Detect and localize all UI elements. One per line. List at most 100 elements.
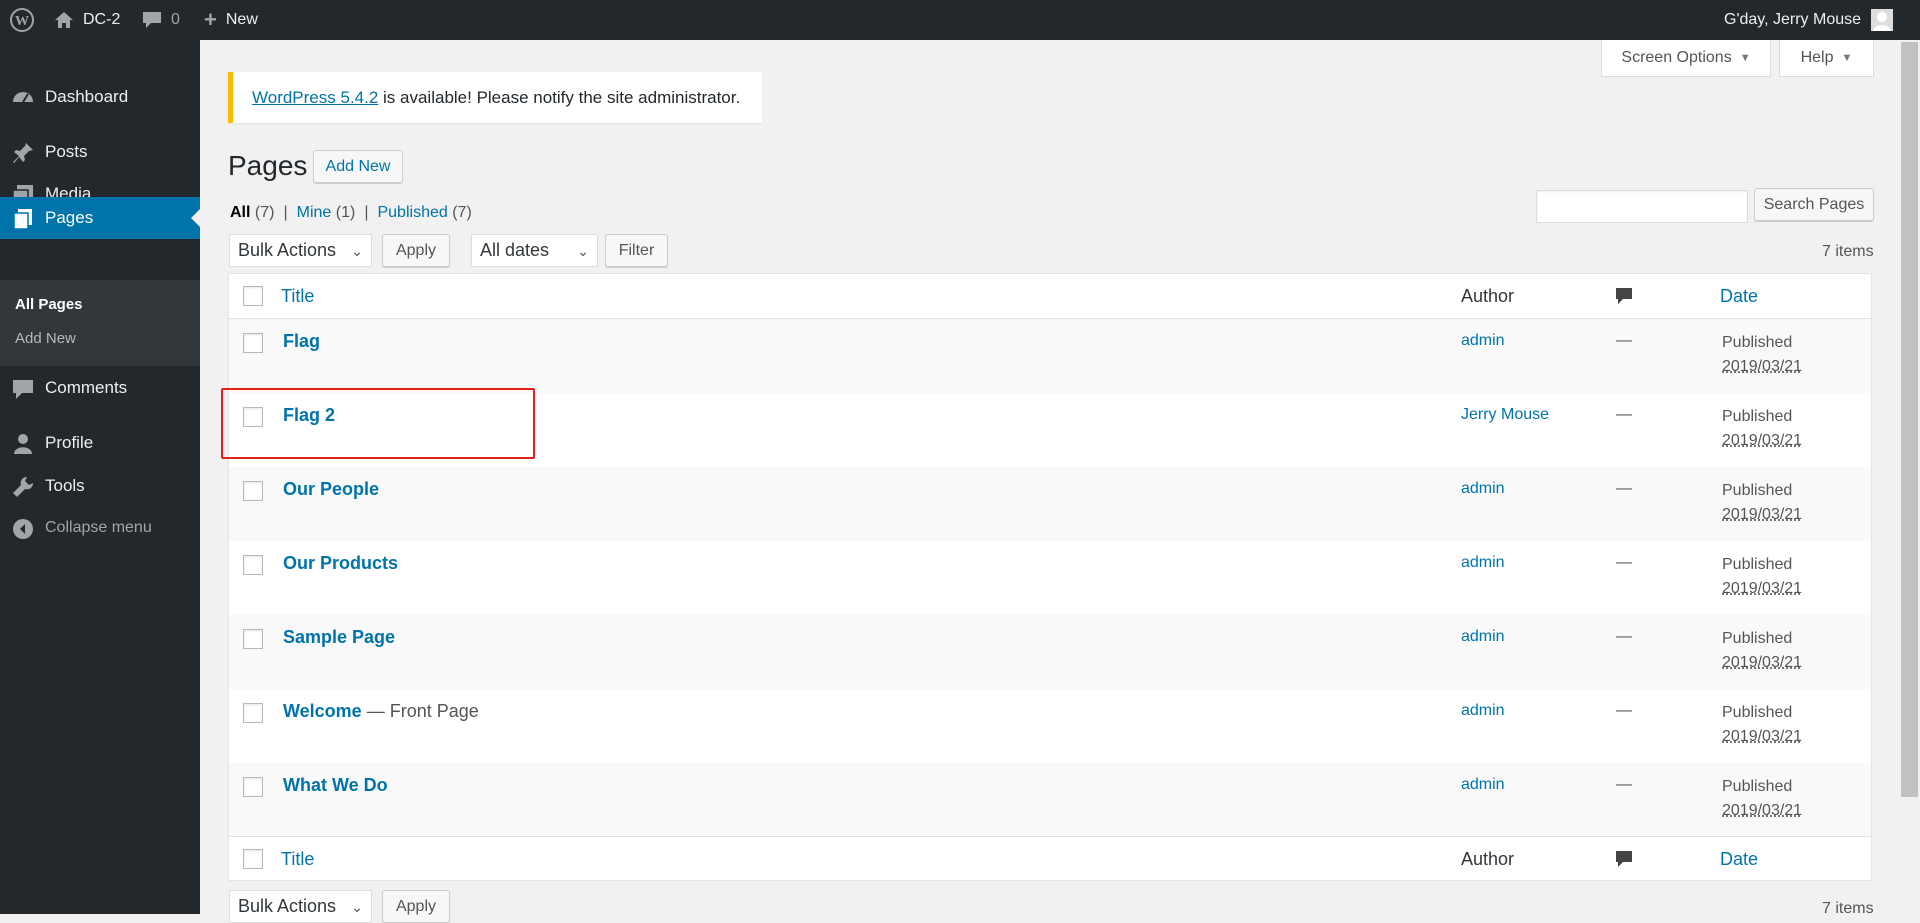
admin-sidebar: Dashboard Posts Media Pages All Pages Ad… [0,40,200,914]
row-checkbox[interactable] [243,703,263,723]
wordpress-logo-icon[interactable]: W [10,0,34,40]
new-content-link[interactable]: + New [204,0,258,40]
filter-button[interactable]: Filter [605,234,668,267]
pin-icon [12,142,34,164]
row-status: Published [1722,627,1802,651]
help-button[interactable]: Help ▼ [1779,40,1874,77]
row-author[interactable]: admin [1461,332,1505,350]
page-title: Pages [228,150,307,182]
row-date-value: 2019/03/21 [1722,429,1802,453]
avatar-icon [1871,9,1893,31]
pages-table: Title Author Date Flag admin — Published 201… [228,273,1872,881]
row-author[interactable]: Jerry Mouse [1461,406,1549,424]
select-all-checkbox[interactable] [243,286,263,306]
help-label: Help [1801,49,1834,67]
page-title-link[interactable]: Our People [283,479,379,499]
sidebar-item-label: Pages [45,208,93,228]
row-author[interactable]: admin [1461,702,1505,720]
row-date: Published 2019/03/21 [1722,405,1802,453]
row-author[interactable]: admin [1461,480,1505,498]
apply-button[interactable]: Apply [382,234,450,267]
bulk-actions-select[interactable]: Bulk Actions ⌄ [229,234,372,267]
column-date[interactable]: Date [1720,849,1758,870]
home-icon [54,11,74,29]
sidebar-item-dashboard[interactable]: Dashboard [0,76,200,118]
page-title-link[interactable]: What We Do [283,775,388,795]
row-author[interactable]: admin [1461,554,1505,572]
dashboard-icon [12,87,34,109]
page-title-link[interactable]: Flag [283,331,320,351]
row-author[interactable]: admin [1461,776,1505,794]
row-date-value: 2019/03/21 [1722,503,1802,527]
update-link[interactable]: WordPress 5.4.2 [252,88,378,108]
row-date-value: 2019/03/21 [1722,725,1802,749]
row-checkbox[interactable] [243,333,263,353]
page-title-link[interactable]: Our Products [283,553,398,573]
row-comments: — [1616,406,1632,424]
table-row: Welcome — Front Page admin — Published 2019/… [229,689,1871,763]
row-comments: — [1616,702,1632,720]
page-state: — Front Page [362,701,479,721]
collapse-menu-button[interactable]: Collapse menu [0,507,200,549]
page-title-link[interactable]: Welcome [283,701,362,721]
comment-icon [12,378,34,400]
select-all-checkbox[interactable] [243,849,263,869]
scrollbar-thumb[interactable] [1901,42,1918,797]
row-checkbox[interactable] [243,555,263,575]
page-title-link[interactable]: Sample Page [283,627,395,647]
row-date: Published 2019/03/21 [1722,331,1802,379]
comment-bubble-icon [1615,287,1633,305]
table-row: Sample Page admin — Published 2019/03/21 [229,615,1871,689]
search-input[interactable] [1536,190,1748,223]
sidebar-item-label: Posts [45,142,88,162]
filter-published-count: (7) [452,204,472,222]
sidebar-item-profile[interactable]: Profile [0,422,200,464]
chevron-down-icon: ⌄ [351,243,363,260]
pages-icon [12,208,34,230]
sidebar-item-posts[interactable]: Posts [0,131,200,173]
update-notice: WordPress 5.4.2 is available! Please not… [228,72,762,123]
row-checkbox[interactable] [243,777,263,797]
main-content: Screen Options ▼ Help ▼ WordPress 5.4.2 is… [200,40,1920,914]
column-title[interactable]: Title [281,849,314,870]
filter-published[interactable]: Published [377,204,447,222]
svg-text:W: W [15,14,29,29]
row-date: Published 2019/03/21 [1722,775,1802,823]
search-pages-button[interactable]: Search Pages [1754,188,1874,221]
submenu-add-new[interactable]: Add New [15,330,76,347]
table-header: Title Author Date [229,274,1871,319]
row-title: Welcome — Front Page [283,701,479,722]
filter-mine[interactable]: Mine [297,204,332,222]
bulk-actions-select-bottom[interactable]: Bulk Actions ⌄ [229,890,372,923]
screen-options-button[interactable]: Screen Options ▼ [1601,40,1771,77]
submenu-all-pages[interactable]: All Pages [15,296,83,313]
notice-text: is available! Please notify the site adm… [378,88,740,108]
scrollbar[interactable] [1900,40,1920,914]
filter-all[interactable]: All [230,204,250,222]
row-comments: — [1616,776,1632,794]
site-name: DC-2 [83,11,120,29]
site-name-link[interactable]: DC-2 [54,0,120,40]
date-filter-select[interactable]: All dates ⌄ [471,234,598,267]
row-checkbox[interactable] [243,629,263,649]
row-date: Published 2019/03/21 [1722,553,1802,601]
sidebar-item-pages[interactable]: Pages [0,197,200,239]
separator: | [283,204,287,222]
column-date[interactable]: Date [1720,286,1758,307]
row-status: Published [1722,553,1802,577]
comments-link[interactable]: 0 [142,0,180,40]
wrench-icon [12,476,34,498]
column-title[interactable]: Title [281,286,314,307]
apply-button-bottom[interactable]: Apply [382,890,450,923]
account-menu[interactable]: G'day, Jerry Mouse [1724,0,1893,40]
row-author[interactable]: admin [1461,628,1505,646]
add-new-button[interactable]: Add New [313,150,403,183]
filter-all-count: (7) [255,204,275,222]
sidebar-item-tools[interactable]: Tools [0,465,200,507]
table-row: Flag admin — Published 2019/03/21 [229,319,1871,393]
sidebar-item-comments[interactable]: Comments [0,367,200,409]
sidebar-item-label: Profile [45,433,93,453]
highlight-box [221,388,535,459]
row-checkbox[interactable] [243,481,263,501]
row-date-value: 2019/03/21 [1722,577,1802,601]
